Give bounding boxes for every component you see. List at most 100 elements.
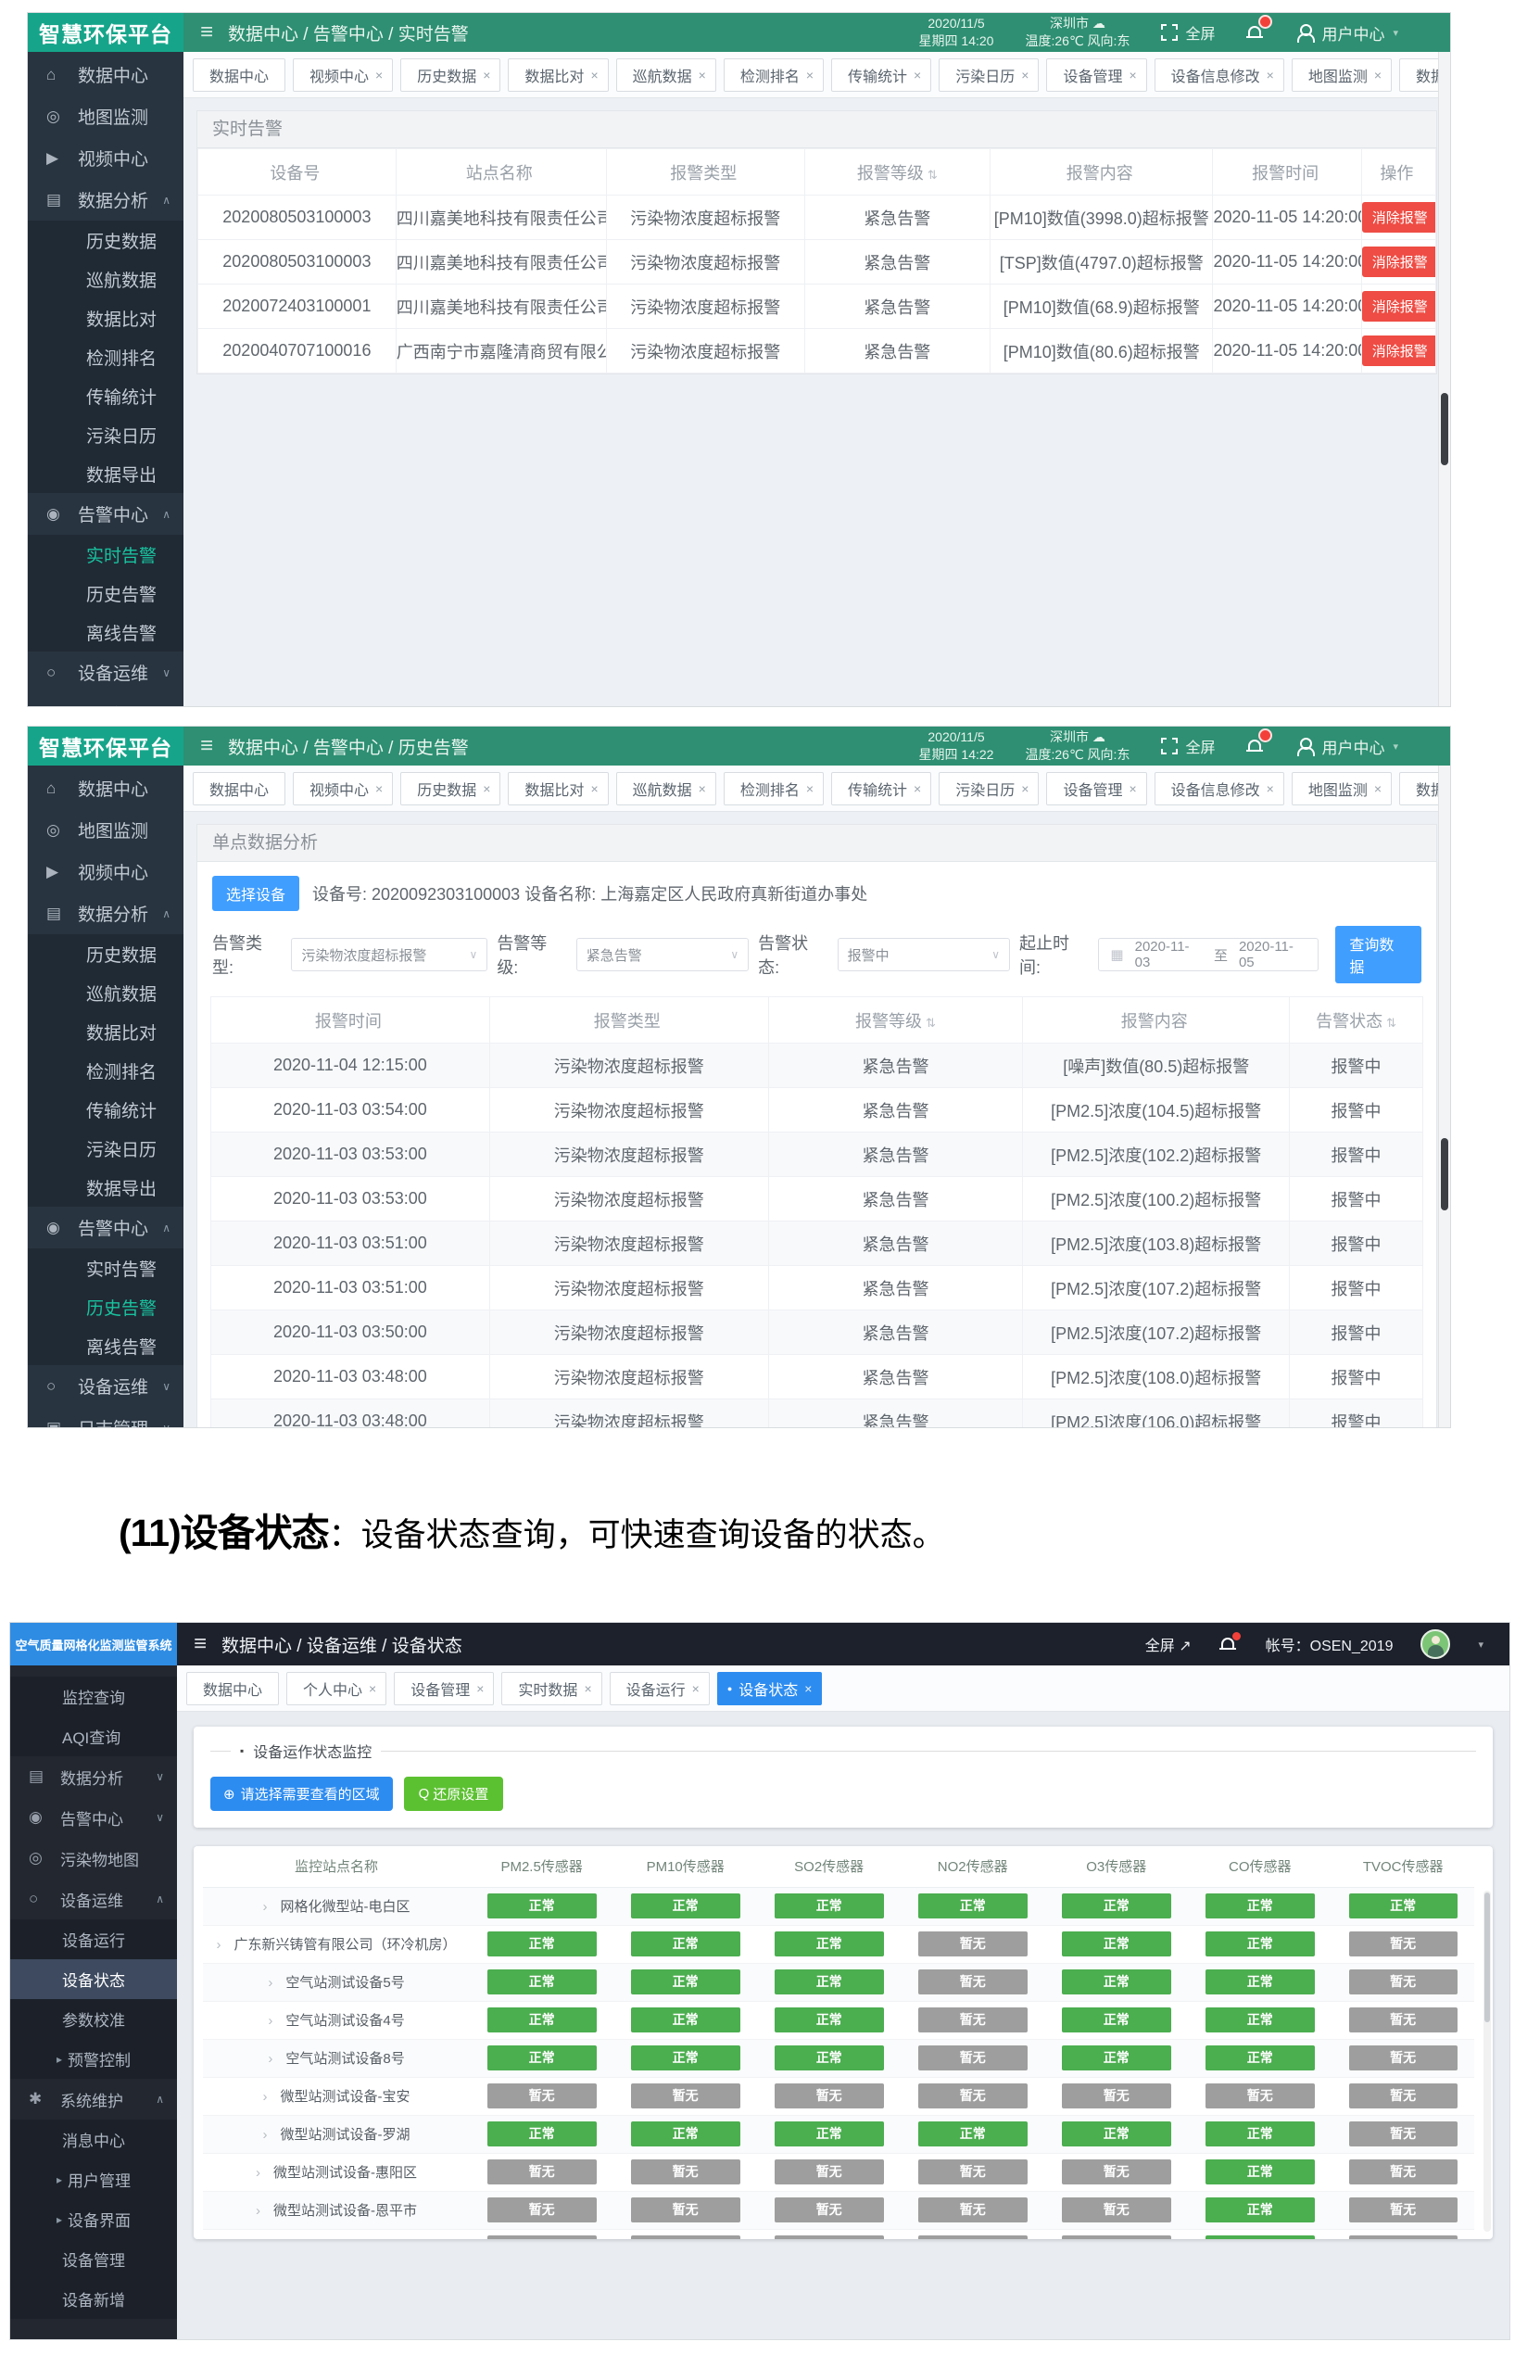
tab-close-icon[interactable]: × [806,68,814,82]
sidebar-item[interactable]: 检测排名 [28,337,183,376]
tab[interactable]: 污染日历 × [939,58,1039,92]
sidebar-item[interactable]: ✱ 系统维护 ∧ [10,2079,177,2120]
cell-site-name[interactable]: ›微型站测试设备-罗湖 [203,2115,470,2153]
cell-site-name[interactable]: ›广东新兴铸管有限公司（环冷机房） [203,1925,470,1963]
tab-close-icon[interactable]: × [1129,781,1136,796]
tab[interactable]: ● 设备状态 × [717,1672,823,1705]
scrollbar-thumb[interactable] [1441,393,1448,465]
sidebar-item[interactable]: ▣ 日志管理 ∨ [28,1407,183,1427]
sidebar-item[interactable]: 实时告警 [28,1248,183,1287]
tab[interactable]: 设备信息修改 × [1155,58,1284,92]
cell-site-name[interactable]: ›微型站测试设备-惠阳区 [203,2153,470,2191]
tab-close-icon[interactable]: × [375,68,383,82]
sidebar-item[interactable]: 检测排名 [28,1051,183,1090]
tab-close-icon[interactable]: × [590,781,598,796]
sidebar-item[interactable]: 巡航数据 [28,260,183,298]
sidebar-item[interactable]: ◉ 告警中心 ∧ [28,493,183,535]
expand-row-icon[interactable]: › [268,2013,272,2029]
sidebar-item[interactable]: ⌂ 数据中心 [28,767,183,809]
clear-alarm-button[interactable]: 消除报警 [1362,247,1436,277]
sort-icon[interactable]: ⇅ [928,168,938,182]
sidebar-item[interactable]: 历史数据 [28,221,183,260]
tab-close-icon[interactable]: × [1267,68,1274,82]
fullscreen-button[interactable]: 全屏 [1161,21,1215,44]
cell-site-name[interactable]: ›空气站测试设备5号 [203,1963,470,2001]
sidebar-item[interactable]: ○ 设备运维 ∨ [28,1365,183,1407]
column-header[interactable]: 报警等级⇅ [804,149,990,196]
tab-close-icon[interactable]: × [1021,68,1029,82]
column-header[interactable]: 告警状态⇅ [1290,997,1423,1044]
hamburger-menu-icon[interactable]: ≡ [200,735,213,757]
column-header[interactable]: 报警内容 [991,149,1213,196]
select-device-button[interactable]: 选择设备 [212,876,299,911]
column-header[interactable]: 报警时间 [211,997,490,1044]
cell-site-name[interactable]: ›网格化微型站-电白区 [203,1887,470,1925]
sort-icon[interactable]: ⇅ [926,1016,936,1030]
tab-close-icon[interactable]: × [914,68,921,82]
tab[interactable]: 数据中心 [193,772,285,805]
tab[interactable]: 视频中心 × [293,58,393,92]
tab[interactable]: 检测排名 × [724,58,824,92]
scrollbar[interactable] [1438,766,1450,1427]
sidebar-item[interactable]: ◎ 污染物地图 [10,1838,177,1879]
tab-close-icon[interactable]: × [692,1681,700,1696]
column-header[interactable]: 报警等级⇅ [768,997,1023,1044]
scrollbar-thumb[interactable] [1484,1893,1490,2022]
fullscreen-button[interactable]: 全屏 ↗ [1145,1633,1192,1655]
sidebar-item[interactable]: 历史告警 [28,574,183,613]
select-region-button[interactable]: ⊕ 请选择需要查看的区域 [210,1777,393,1811]
tab-close-icon[interactable]: × [483,68,490,82]
tab[interactable]: 数据比对 × [508,772,608,805]
sidebar-item[interactable]: ◉ 告警中心 ∨ [10,1797,177,1838]
column-header[interactable]: 操作 [1361,149,1435,196]
tab[interactable]: 污染日历 × [939,772,1039,805]
expand-row-icon[interactable]: › [256,2203,260,2219]
tab[interactable]: 地图监测 × [1292,772,1392,805]
fullscreen-button[interactable]: 全屏 [1161,735,1215,757]
alarm-level-select[interactable]: 紧急告警∨ [576,938,749,971]
scrollbar[interactable] [1438,52,1450,706]
sidebar-item[interactable]: 设备运行 [10,1919,177,1959]
tab-close-icon[interactable]: × [806,781,814,796]
tab-close-icon[interactable]: × [1374,781,1382,796]
tab-close-icon[interactable]: × [1021,781,1029,796]
sidebar-item[interactable]: 历史告警 [28,1287,183,1326]
sidebar-item[interactable]: 传输统计 [28,376,183,415]
sidebar-item[interactable]: 传输统计 [28,1090,183,1129]
sidebar-item[interactable]: 设备状态 [10,1959,177,1999]
column-header[interactable]: 报警内容 [1023,997,1290,1044]
sidebar-item[interactable]: 巡航数据 [28,973,183,1012]
expand-row-icon[interactable]: › [256,2165,260,2181]
tab[interactable]: 视频中心 × [293,772,393,805]
query-data-button[interactable]: 查询数据 [1335,926,1421,983]
reset-settings-button[interactable]: Q 还原设置 [404,1777,504,1811]
notification-bell[interactable] [1246,23,1265,42]
sort-icon[interactable]: ⇅ [1386,1016,1396,1030]
tab[interactable]: 历史数据 × [400,58,500,92]
sidebar-item[interactable]: ◉ 告警中心 ∧ [28,1207,183,1248]
sidebar-item[interactable]: ▣ 日志管理 ∨ [28,693,183,706]
tab-close-icon[interactable]: × [914,781,921,796]
hamburger-menu-icon[interactable]: ≡ [200,21,213,44]
sidebar-item[interactable]: 参数校准 [10,1999,177,2039]
scrollbar-thumb[interactable] [1441,1138,1448,1210]
alarm-status-select[interactable]: 报警中∨ [838,938,1010,971]
tab[interactable]: 设备运行 × [610,1672,710,1705]
sidebar-item[interactable]: 离线告警 [28,1326,183,1365]
table-scrollbar[interactable] [1483,1891,1491,2232]
column-header[interactable]: 设备号 [198,149,397,196]
tab[interactable]: 设备管理 × [394,1672,494,1705]
tab[interactable]: 地图监测 × [1292,58,1392,92]
tab-close-icon[interactable]: × [483,781,490,796]
tab[interactable]: 设备管理 × [1046,58,1146,92]
sidebar-item[interactable]: ⌂ 数据中心 [28,54,183,95]
clear-alarm-button[interactable]: 消除报警 [1362,335,1436,366]
tab[interactable]: 数据中心 [186,1672,279,1705]
sidebar-item[interactable]: ▤ 数据分析 ∧ [28,892,183,934]
tab-close-icon[interactable]: × [1267,781,1274,796]
cell-site-name[interactable]: ›微型站测试设备-宝安 [203,2077,470,2115]
sidebar-item[interactable]: 设备新增 [10,2279,177,2319]
sidebar-item[interactable]: 监控查询 [10,1677,177,1716]
sidebar-item[interactable]: 数据导出 [28,454,183,493]
tab[interactable]: 历史数据 × [400,772,500,805]
